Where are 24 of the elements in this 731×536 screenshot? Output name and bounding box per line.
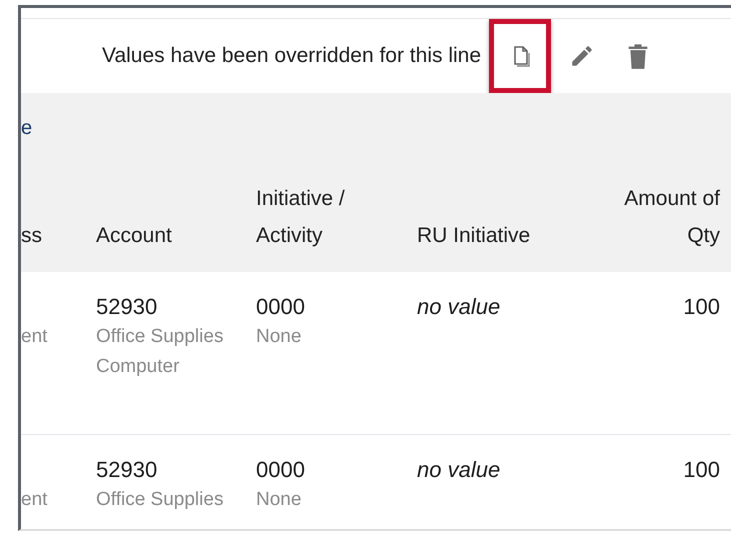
account-number: 52930 [96, 293, 158, 321]
quantity-value: 100 [683, 456, 720, 484]
initiative-description: None [256, 488, 302, 512]
account-description: Office Supplies [96, 488, 224, 512]
section-title: e [21, 117, 32, 141]
ru-initiative-value: no value [417, 293, 500, 321]
copy-button[interactable] [489, 19, 552, 93]
account-number: 52930 [96, 456, 158, 484]
column-header: Account [96, 223, 172, 249]
column-header: Amount of Qty [623, 186, 720, 249]
account-description: Office Supplies [96, 325, 224, 349]
column-header: ss [21, 223, 42, 249]
trash-icon [626, 42, 650, 70]
quantity-value: 100 [683, 293, 720, 321]
ru-initiative-value: no value [417, 456, 500, 484]
account-description: Computer [96, 355, 180, 379]
column-header: Initiative / Activity [256, 186, 346, 249]
initiative-code: 0000 [256, 293, 305, 321]
table-cell-text: ent [21, 325, 48, 349]
column-header: RU Initiative [417, 223, 530, 249]
initiative-code: 0000 [256, 456, 305, 484]
initiative-description: None [256, 325, 302, 349]
table-cell-text: ent [21, 488, 48, 512]
override-message: Values have been overridden for this line [102, 44, 482, 68]
